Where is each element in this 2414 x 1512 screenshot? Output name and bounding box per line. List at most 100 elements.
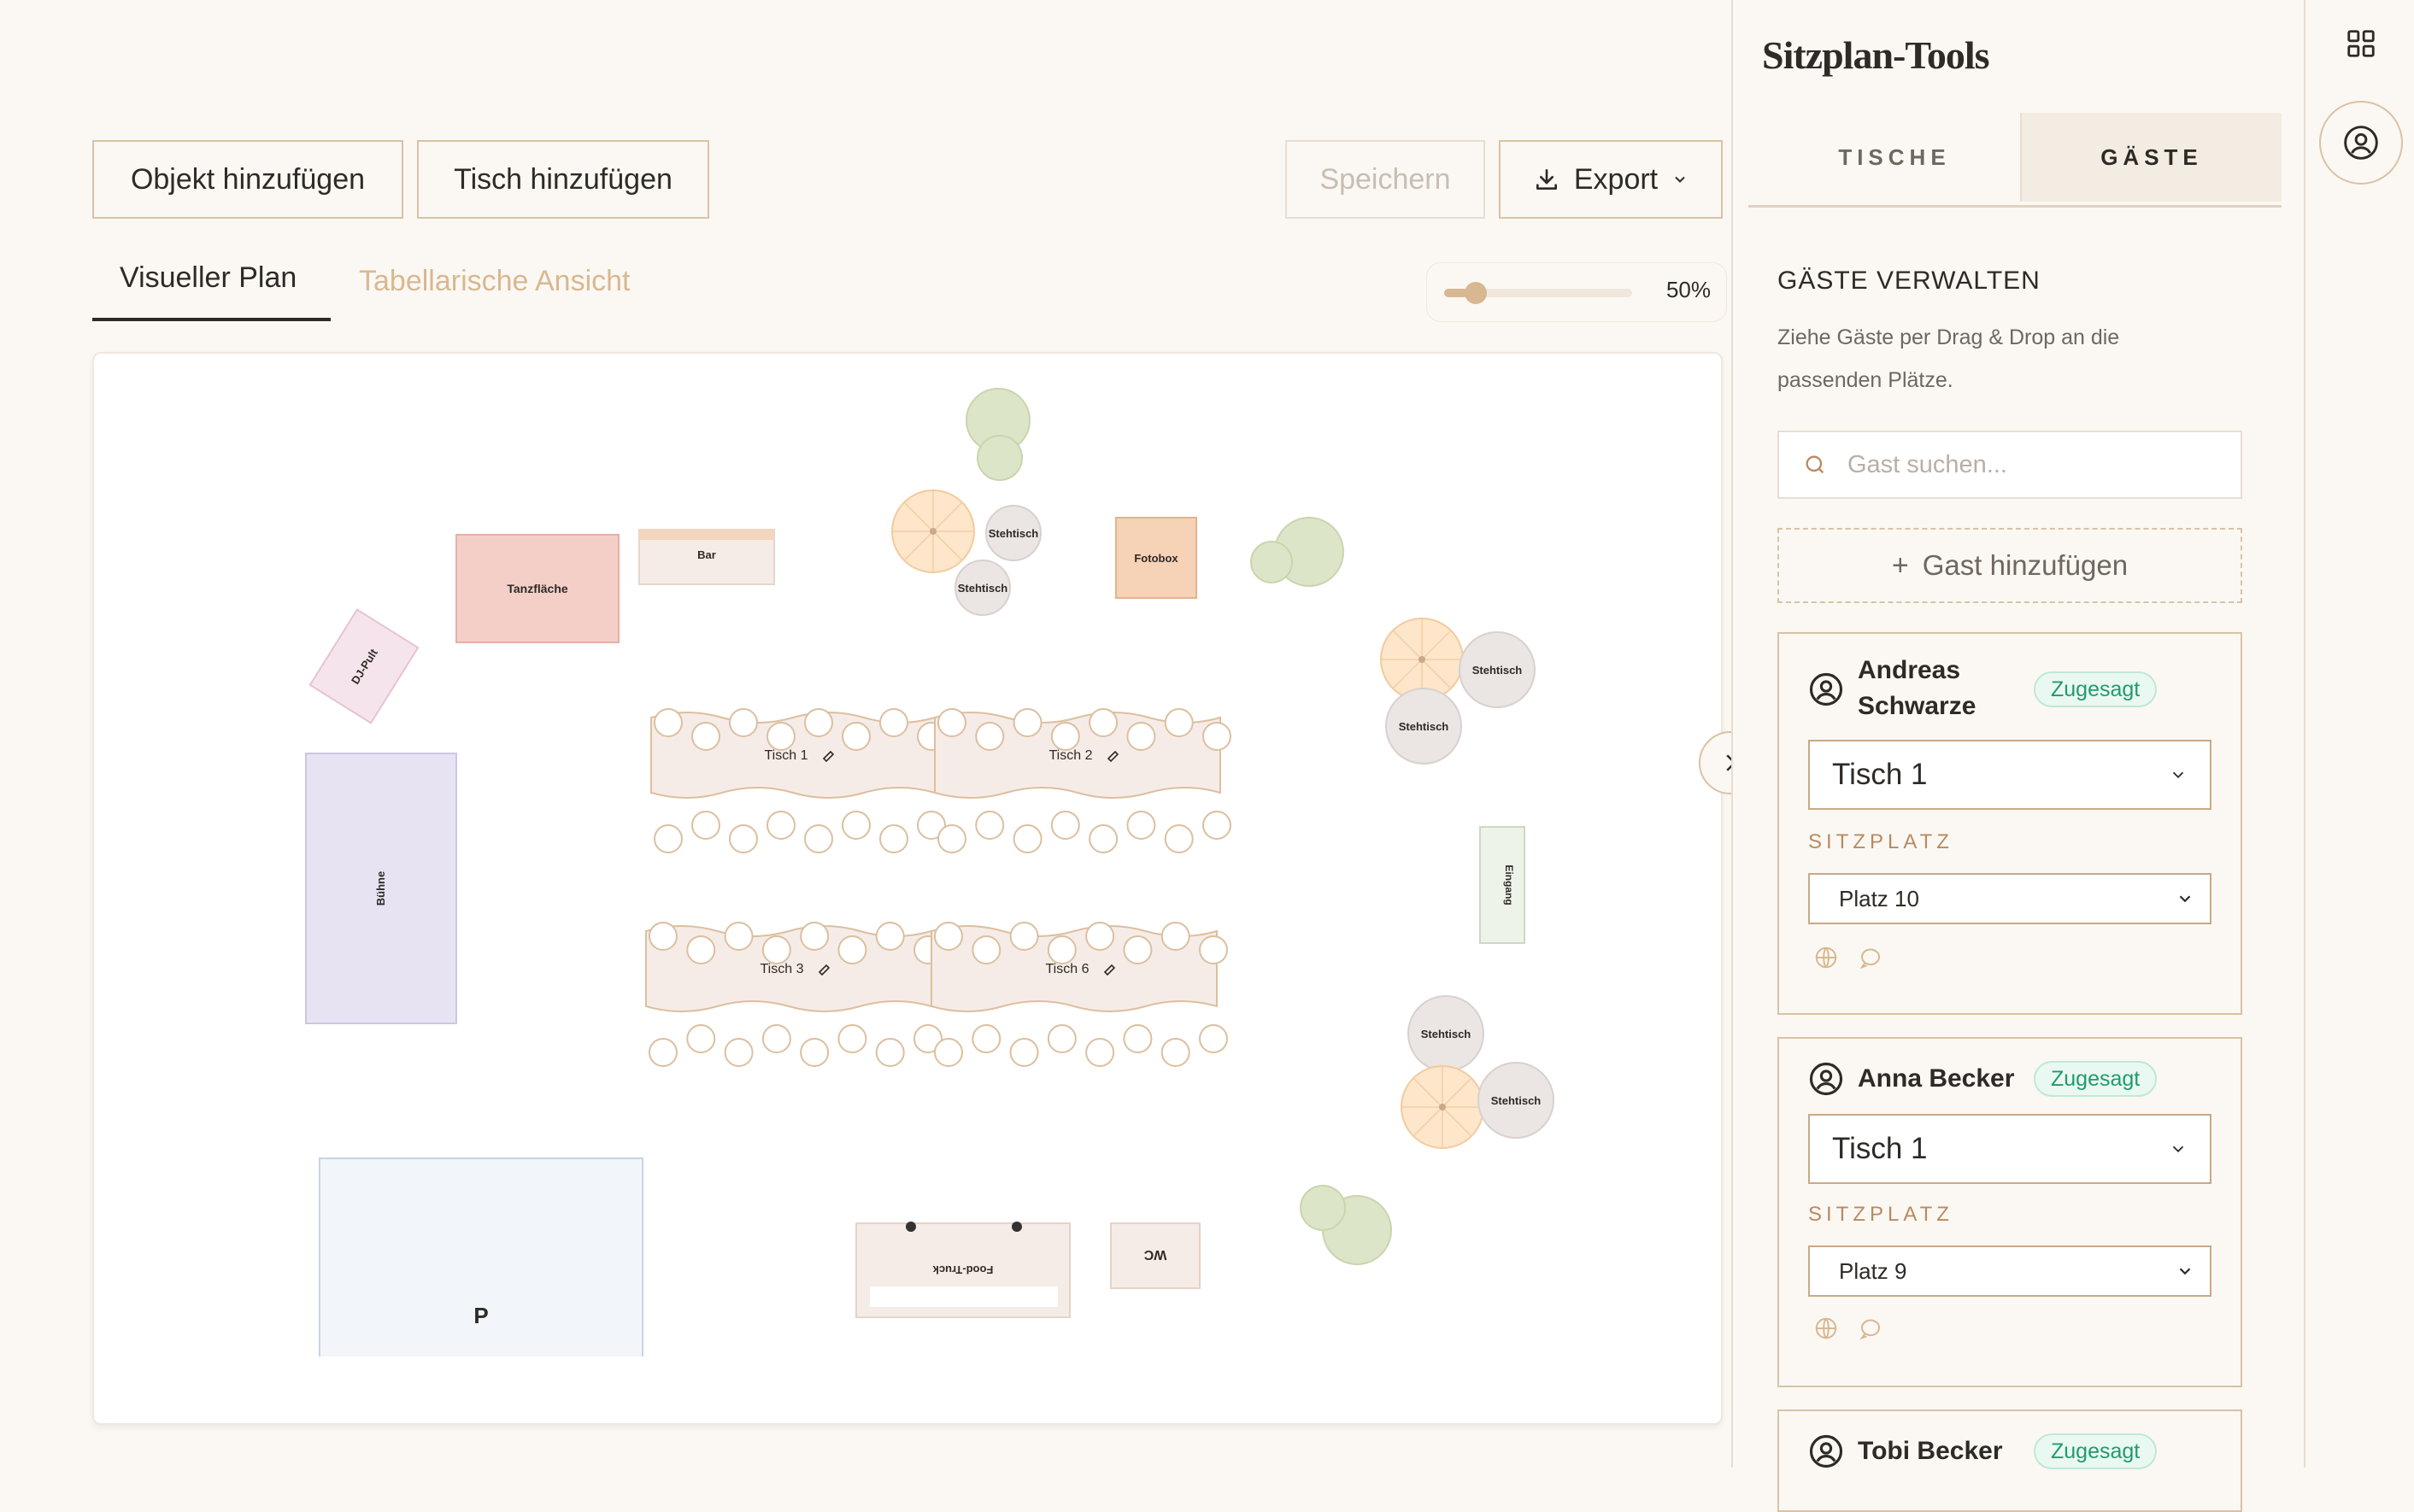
chair[interactable] <box>1202 722 1231 751</box>
entrance[interactable]: Eingang <box>1479 826 1525 944</box>
chair[interactable] <box>686 1024 716 1053</box>
chair[interactable] <box>842 811 871 840</box>
chair[interactable] <box>1089 708 1119 737</box>
chair[interactable] <box>800 1038 830 1067</box>
tab-table-view[interactable]: Tabellarische Ansicht <box>359 265 631 298</box>
globe-icon[interactable] <box>1813 1316 1839 1341</box>
chair[interactable] <box>729 708 758 737</box>
chair[interactable] <box>804 824 833 853</box>
chair[interactable] <box>934 922 963 951</box>
table-select[interactable]: Tisch 1 <box>1808 1114 2211 1184</box>
chair[interactable] <box>724 1038 754 1067</box>
standing-table[interactable]: Stehtisch <box>954 560 1011 616</box>
chair[interactable] <box>1085 922 1115 951</box>
guest-card[interactable]: Andreas Schwarze Zugesagt Tisch 1 SITZPL… <box>1777 632 2242 1015</box>
chair[interactable] <box>1164 824 1194 853</box>
chair[interactable] <box>654 824 683 853</box>
zoom-slider-thumb[interactable] <box>1465 282 1487 304</box>
chair[interactable] <box>937 708 966 737</box>
globe-icon[interactable] <box>1813 945 1839 970</box>
chair[interactable] <box>837 1024 867 1053</box>
add-object-button[interactable]: Objekt hinzufügen <box>92 140 403 219</box>
chair[interactable] <box>1047 935 1077 964</box>
save-button[interactable]: Speichern <box>1285 140 1485 219</box>
chair[interactable] <box>649 1038 678 1067</box>
chair[interactable] <box>1126 722 1156 751</box>
chair[interactable] <box>761 935 791 964</box>
chair[interactable] <box>842 722 871 751</box>
chair[interactable] <box>875 1038 905 1067</box>
chair[interactable] <box>1089 824 1119 853</box>
comment-icon[interactable] <box>1858 945 1883 970</box>
chair[interactable] <box>937 824 966 853</box>
comment-icon[interactable] <box>1858 1316 1883 1341</box>
chair[interactable] <box>1013 824 1043 853</box>
chair[interactable] <box>724 922 754 951</box>
chair[interactable] <box>837 935 867 964</box>
chair[interactable] <box>800 922 830 951</box>
food-truck[interactable]: Food-Truck <box>855 1222 1071 1318</box>
chair[interactable] <box>975 811 1005 840</box>
add-table-button[interactable]: Tisch hinzufügen <box>417 140 709 219</box>
parking-area[interactable]: P <box>318 1157 644 1362</box>
standing-table[interactable]: Stehtisch <box>1407 995 1484 1072</box>
standing-table[interactable]: Stehtisch <box>1459 631 1536 708</box>
chair[interactable] <box>1199 1024 1228 1053</box>
chair[interactable] <box>975 722 1005 751</box>
chair[interactable] <box>1013 708 1043 737</box>
chair[interactable] <box>1123 1024 1153 1053</box>
chair[interactable] <box>972 935 1001 964</box>
seat-select[interactable]: Platz 9 <box>1808 1245 2211 1297</box>
guest-search-input[interactable] <box>1846 449 2222 480</box>
floor-plan-canvas[interactable]: Stehtisch Stehtisch Stehtisch Stehtisch … <box>92 352 1723 1425</box>
dj-booth[interactable]: DJ-Pult <box>308 608 420 724</box>
tab-tables[interactable]: TISCHE <box>1748 113 2041 202</box>
chair[interactable] <box>686 935 716 964</box>
dance-floor[interactable]: Tanzfläche <box>455 534 620 643</box>
table-select[interactable]: Tisch 1 <box>1808 740 2211 810</box>
parasol[interactable] <box>1401 1065 1484 1149</box>
wc[interactable]: WC <box>1110 1222 1201 1289</box>
chair[interactable] <box>1123 935 1153 964</box>
chair[interactable] <box>1164 708 1194 737</box>
guest-card[interactable]: Anna Becker Zugesagt Tisch 1 SITZPLATZ P… <box>1777 1037 2242 1387</box>
account-button[interactable] <box>2319 101 2403 185</box>
tab-guests[interactable]: GÄSTE <box>2020 113 2282 202</box>
chair[interactable] <box>875 922 905 951</box>
chair[interactable] <box>649 922 678 951</box>
chair[interactable] <box>1160 922 1190 951</box>
chair[interactable] <box>691 722 720 751</box>
chair[interactable] <box>691 811 720 840</box>
bar[interactable]: Bar <box>638 529 775 585</box>
standing-table[interactable]: Stehtisch <box>1385 688 1462 765</box>
chair[interactable] <box>879 708 908 737</box>
chair[interactable] <box>729 824 758 853</box>
chair[interactable] <box>972 1024 1001 1053</box>
chair[interactable] <box>879 824 908 853</box>
standing-table[interactable]: Stehtisch <box>1477 1062 1554 1139</box>
chair[interactable] <box>766 811 796 840</box>
chair[interactable] <box>804 708 833 737</box>
chair[interactable] <box>1085 1038 1115 1067</box>
add-guest-button[interactable]: + Gast hinzufügen <box>1777 528 2242 603</box>
stage[interactable]: Bühne <box>305 753 457 1024</box>
grid-icon[interactable] <box>2345 27 2377 60</box>
guest-card[interactable]: Tobi Becker Zugesagt <box>1777 1409 2242 1512</box>
chair[interactable] <box>1199 935 1228 964</box>
plant-group[interactable] <box>1250 517 1344 587</box>
chair[interactable] <box>1050 722 1080 751</box>
plant-group[interactable] <box>966 388 1031 481</box>
standing-table[interactable]: Stehtisch <box>985 505 1042 561</box>
chair[interactable] <box>766 722 796 751</box>
tab-visual-plan[interactable]: Visueller Plan <box>120 261 297 295</box>
zoom-slider[interactable] <box>1444 282 1632 304</box>
chair[interactable] <box>1009 922 1039 951</box>
chair[interactable] <box>761 1024 791 1053</box>
photobox[interactable]: Fotobox <box>1115 517 1197 599</box>
parasol[interactable] <box>891 489 975 573</box>
chair[interactable] <box>1009 1038 1039 1067</box>
export-button[interactable]: Export <box>1499 140 1723 219</box>
chair[interactable] <box>1160 1038 1190 1067</box>
chair[interactable] <box>1047 1024 1077 1053</box>
seat-select[interactable]: Platz 10 <box>1808 873 2211 924</box>
